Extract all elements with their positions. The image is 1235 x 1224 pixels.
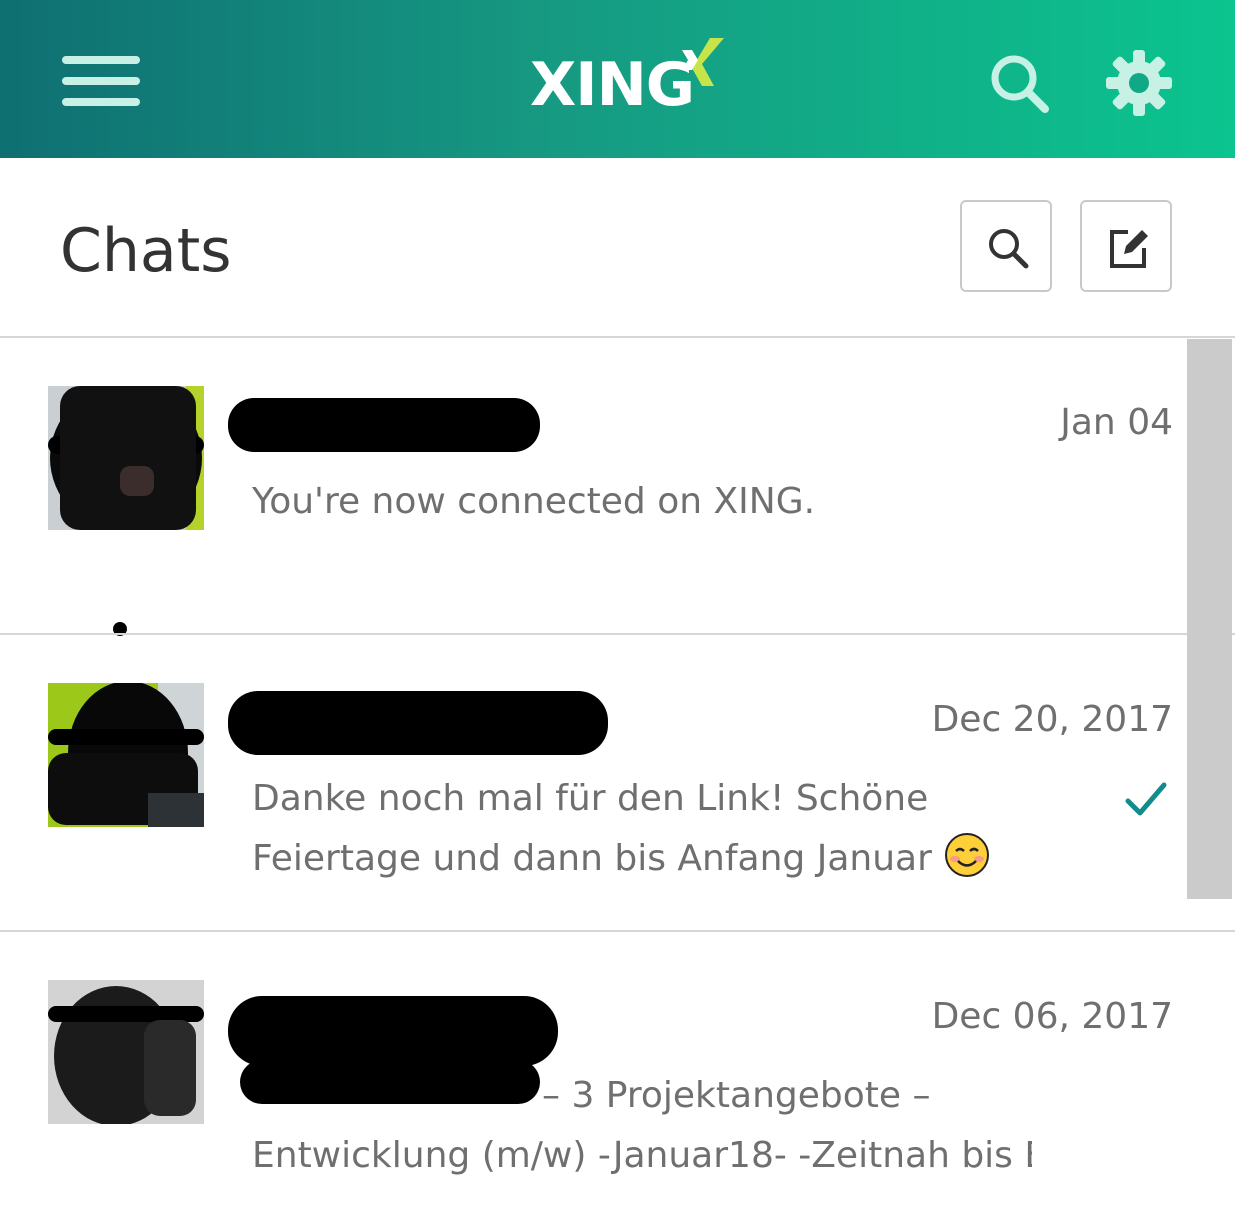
compose-button[interactable] [1080, 200, 1172, 292]
contact-name [228, 996, 558, 1066]
chat-search-button[interactable] [960, 200, 1052, 292]
chat-message: – 3 Projektangebote – Entwicklung (m/w) … [252, 1066, 1032, 1186]
message-line: Entwicklung (m/w) -Januar18- -Zeitnah bi… [252, 1135, 1032, 1176]
scrollbar[interactable] [1187, 339, 1232, 899]
compose-icon [1110, 230, 1148, 268]
contact-name [228, 691, 608, 755]
chat-date: Jan 04 [1060, 402, 1173, 443]
message-line: – 3 Projektangebote – [542, 1075, 931, 1116]
logo-text: XING [530, 50, 695, 120]
search-icon[interactable] [988, 52, 1050, 114]
message-line: Danke noch mal für den Link! Schöne [252, 778, 929, 819]
chat-date: Dec 20, 2017 [931, 699, 1173, 740]
chat-message: Danke noch mal für den Link! Schöne Feie… [252, 769, 1032, 889]
search-icon [989, 229, 1029, 269]
chat-date: Dec 06, 2017 [931, 996, 1173, 1037]
gear-icon[interactable] [1104, 48, 1174, 118]
chat-message: You're now connected on XING. [252, 472, 1032, 532]
message-line-2: Feiertage und dann bis Anfang Januar [252, 829, 1032, 889]
chat-item[interactable]: Jan 04 You're now connected on XING. [0, 338, 1235, 633]
message-line: You're now connected on XING. [252, 481, 816, 522]
menu-icon[interactable] [62, 56, 140, 108]
xing-x-icon [682, 38, 724, 86]
chat-item[interactable]: Dec 06, 2017 – 3 Projektangebote – Entwi… [0, 932, 1235, 1224]
app-header: XING [0, 0, 1235, 158]
read-check-icon [1125, 782, 1167, 816]
avatar [48, 683, 204, 827]
chat-item[interactable]: Dec 20, 2017 Danke noch mal für den Link… [0, 635, 1235, 930]
avatar [48, 386, 204, 530]
chats-header: Chats [0, 158, 1235, 336]
smiling-face-icon [944, 833, 989, 877]
avatar [48, 980, 204, 1124]
message-line: Feiertage und dann bis Anfang Januar [252, 838, 932, 879]
page-title: Chats [60, 216, 232, 286]
contact-name [228, 398, 540, 452]
